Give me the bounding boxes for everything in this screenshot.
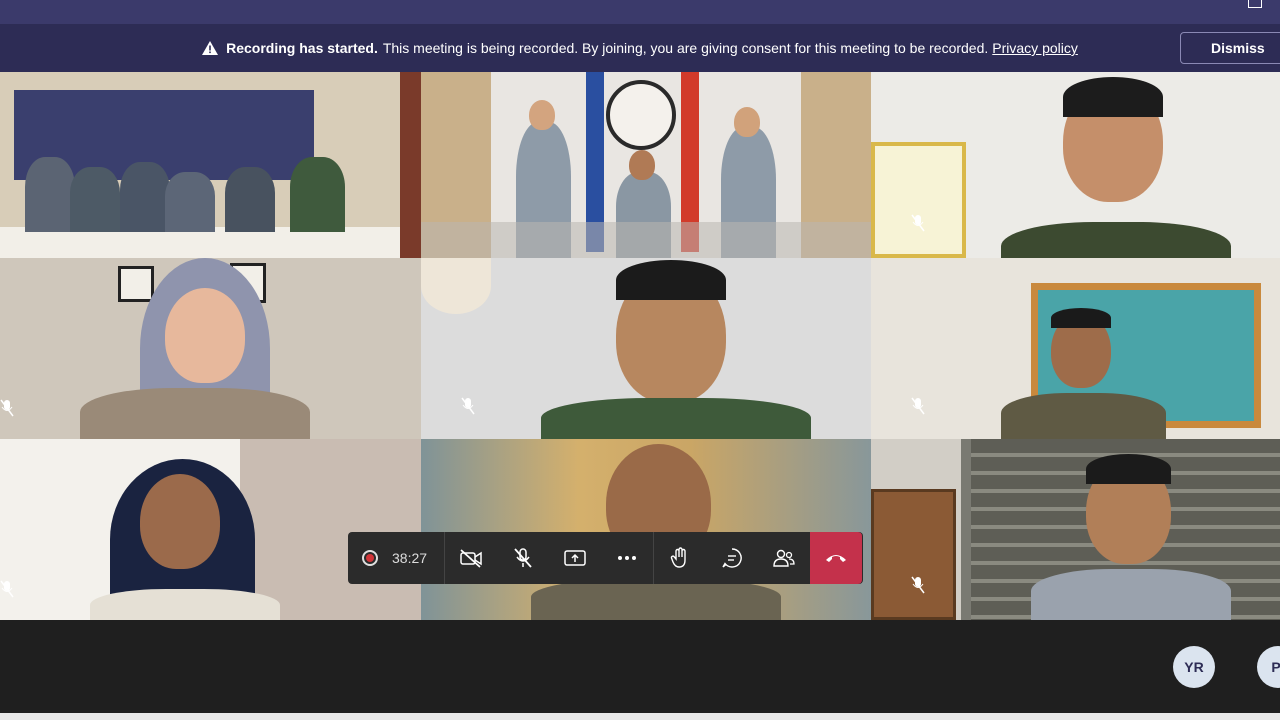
chat-button[interactable] [706, 532, 758, 584]
hang-up-icon [826, 555, 846, 562]
meeting-controls: 38:27 [348, 532, 863, 584]
hang-up-button[interactable] [810, 532, 862, 584]
participant-avatar[interactable]: YR [1173, 646, 1215, 688]
video-tile-group-conference[interactable] [0, 72, 421, 258]
share-screen-button[interactable] [549, 532, 601, 584]
video-tile-participant-4[interactable] [0, 258, 421, 439]
dismiss-button[interactable]: Dismiss [1180, 32, 1280, 64]
muted-mic-icon [911, 576, 925, 594]
share-icon [564, 550, 586, 566]
raise-hand-button[interactable] [654, 532, 706, 584]
title-bar [0, 0, 1280, 24]
recording-icon [362, 550, 378, 566]
muted-mic-icon [0, 580, 14, 598]
more-icon [618, 556, 636, 560]
video-tile-participant-9[interactable] [871, 439, 1280, 620]
popout-icon[interactable] [1248, 0, 1262, 8]
chat-icon [722, 548, 742, 568]
muted-mic-icon [911, 214, 925, 232]
recording-timer: 38:27 [348, 532, 445, 584]
recording-message: This meeting is being recorded. By joini… [382, 40, 989, 56]
warning-icon [202, 41, 219, 55]
video-tile-participant-7[interactable] [0, 439, 421, 620]
recording-banner: Recording has started. This meeting is b… [0, 24, 1280, 72]
privacy-policy-link[interactable]: Privacy policy [992, 40, 1078, 56]
hand-icon [670, 547, 686, 568]
video-tile-navy-office[interactable] [421, 72, 871, 258]
participant-strip: YR PI [0, 620, 1280, 720]
muted-mic-icon [461, 397, 475, 415]
taskbar-edge [0, 713, 1280, 720]
navy-seal-emblem [606, 80, 676, 150]
muted-mic-icon [911, 397, 925, 415]
recording-title: Recording has started. [226, 40, 378, 56]
elapsed-time: 38:27 [392, 550, 428, 566]
video-tile-participant-5[interactable] [421, 258, 871, 439]
more-actions-button[interactable] [601, 532, 653, 584]
mic-off-icon [514, 548, 532, 568]
camera-toggle-button[interactable] [445, 532, 497, 584]
camera-off-icon [460, 549, 482, 568]
muted-mic-icon [0, 399, 14, 417]
video-tile-participant-6[interactable] [871, 258, 1280, 439]
video-tile-participant-8[interactable] [421, 439, 871, 620]
video-tile-participant-3[interactable] [871, 72, 1280, 258]
people-icon [773, 549, 795, 567]
participant-avatar[interactable]: PI [1257, 646, 1280, 688]
participants-button[interactable] [758, 532, 810, 584]
mic-toggle-button[interactable] [497, 532, 549, 584]
